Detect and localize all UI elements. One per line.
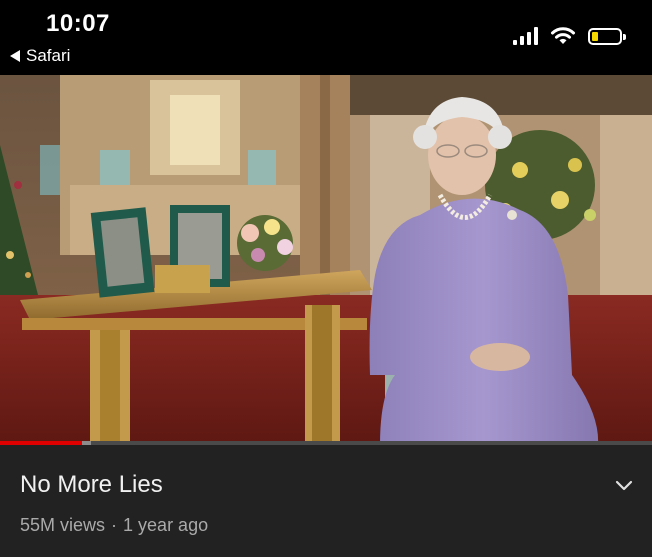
back-app-label: Safari <box>26 46 71 65</box>
chevron-down-icon[interactable] <box>612 473 636 497</box>
video-meta: 55M views · 1 year ago <box>20 515 208 536</box>
back-to-app-button[interactable]: Safari <box>10 46 70 66</box>
cellular-signal-icon <box>513 27 538 45</box>
meta-separator: · <box>111 515 118 535</box>
video-player[interactable] <box>0 75 652 445</box>
clock-time: 10:07 <box>46 10 110 37</box>
battery-icon <box>588 27 626 45</box>
wifi-icon <box>551 27 575 44</box>
upload-age: 1 year ago <box>123 515 209 535</box>
back-triangle-icon <box>10 50 20 62</box>
view-count: 55M views <box>20 515 106 535</box>
status-icons <box>513 26 626 46</box>
status-bar: 10:07 Safari <box>0 0 652 75</box>
video-title: No More Lies <box>20 471 163 498</box>
video-info-panel: No More Lies 55M views · 1 year ago <box>0 445 652 557</box>
video-frame <box>0 75 652 445</box>
